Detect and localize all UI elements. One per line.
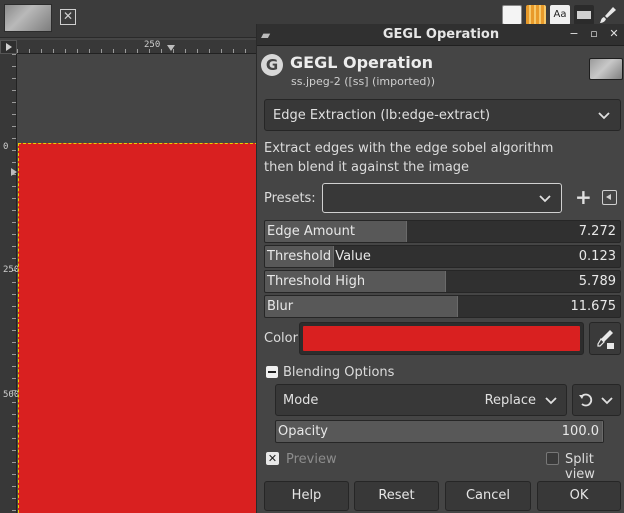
close-icon[interactable]: ✕ xyxy=(60,9,76,25)
split-view-checkbox[interactable] xyxy=(546,452,559,465)
color-label: Color xyxy=(264,331,298,346)
composite-mode-icon xyxy=(579,393,593,407)
vertical-ruler[interactable]: 0 250 500 xyxy=(0,54,20,513)
slider-label: Threshold Value xyxy=(267,249,371,264)
blending-options-label[interactable]: Blending Options xyxy=(283,365,394,380)
new-layer-icon[interactable] xyxy=(502,5,522,25)
threshold-high-slider[interactable]: Threshold High 5.789 xyxy=(264,270,621,293)
chevron-down-icon xyxy=(545,397,557,405)
slider-label: Opacity xyxy=(278,424,329,439)
description-line: Extract edges with the edge sobel algori… xyxy=(264,141,554,156)
text-icon[interactable]: Aa xyxy=(550,5,570,25)
split-view-label[interactable]: Split view xyxy=(565,452,624,482)
ruler-tick-label: 250 xyxy=(3,265,20,275)
slider-label: Blur xyxy=(267,299,294,314)
operation-select-value: Edge Extraction (lb:edge-extract) xyxy=(273,108,491,123)
brushes-icon[interactable] xyxy=(526,5,546,25)
gegl-operation-dialog: ▰ GEGL Operation − ▫ ✕ G GEGL Operation … xyxy=(256,24,624,513)
ruler-pointer-marker xyxy=(11,168,17,176)
toolbar-icons: Aa xyxy=(502,4,624,26)
color-picker-button[interactable] xyxy=(589,322,621,355)
minimize-icon[interactable]: − xyxy=(567,27,581,41)
window-controls: − ▫ ✕ xyxy=(567,27,621,41)
slider-value: 7.272 xyxy=(578,224,616,239)
slider-value: 5.789 xyxy=(578,274,616,289)
threshold-value-slider[interactable]: Threshold Value 0.123 xyxy=(264,245,621,268)
slider-fill xyxy=(265,296,459,317)
composite-mode-select[interactable] xyxy=(572,384,621,416)
image-preview-thumbnail xyxy=(589,58,623,80)
pattern-icon[interactable] xyxy=(574,5,594,25)
presets-select[interactable] xyxy=(322,183,562,213)
operation-description: Extract edges with the edge sobel algori… xyxy=(264,139,564,177)
presets-label: Presets: xyxy=(264,191,316,206)
ruler-tick-label: 250 xyxy=(144,40,161,50)
paintbrush-icon[interactable] xyxy=(598,5,618,25)
preview-checkbox[interactable]: ✕ xyxy=(266,452,279,465)
operation-select[interactable]: Edge Extraction (lb:edge-extract) xyxy=(264,99,621,131)
ruler-tick-label: 0 xyxy=(3,142,9,152)
slider-value: 11.675 xyxy=(570,299,617,314)
cancel-button[interactable]: Cancel xyxy=(445,481,531,511)
blending-options-toggle[interactable] xyxy=(266,366,278,378)
blend-mode-select[interactable]: Mode Replace xyxy=(275,384,567,416)
window-titlebar[interactable]: ▰ GEGL Operation − ▫ ✕ xyxy=(257,24,624,46)
color-button[interactable] xyxy=(299,322,584,355)
ruler-corner-button[interactable] xyxy=(0,40,17,54)
description-line: then blend it against the image xyxy=(264,160,470,175)
eyedropper-icon xyxy=(597,330,614,349)
close-icon[interactable]: ✕ xyxy=(607,27,621,41)
chevron-down-icon xyxy=(601,397,613,405)
horizontal-ruler[interactable] xyxy=(17,40,257,54)
opacity-slider[interactable]: Opacity 100.0 xyxy=(275,420,604,443)
image-subtitle: ss.jpeg-2 ([ss] (imported)) xyxy=(291,75,435,88)
add-preset-icon[interactable]: + xyxy=(575,187,592,207)
slider-value: 100.0 xyxy=(561,424,599,439)
preview-label[interactable]: Preview xyxy=(286,452,337,467)
ok-button[interactable]: OK xyxy=(537,481,621,511)
slider-label: Edge Amount xyxy=(267,224,355,239)
help-button[interactable]: Help xyxy=(264,481,349,511)
chevron-down-icon xyxy=(598,112,610,120)
mode-label: Mode xyxy=(283,393,319,408)
mode-value: Replace xyxy=(484,393,536,408)
ruler-tick-label: 500 xyxy=(3,390,20,400)
blur-slider[interactable]: Blur 11.675 xyxy=(264,295,621,318)
slider-label: Threshold High xyxy=(267,274,366,289)
maximize-icon[interactable]: ▫ xyxy=(587,27,601,41)
preset-menu-icon[interactable] xyxy=(602,190,617,205)
reset-button[interactable]: Reset xyxy=(354,481,439,511)
slider-value: 0.123 xyxy=(578,249,616,264)
chevron-down-icon xyxy=(539,195,551,203)
color-swatch xyxy=(303,326,580,351)
image-layer[interactable] xyxy=(18,143,258,513)
image-tab-thumbnail[interactable] xyxy=(4,4,52,32)
dialog-heading: GEGL Operation xyxy=(290,53,434,72)
ruler-pointer-marker xyxy=(167,45,175,51)
gegl-logo-icon: G xyxy=(261,54,283,76)
edge-amount-slider[interactable]: Edge Amount 7.272 xyxy=(264,220,621,243)
